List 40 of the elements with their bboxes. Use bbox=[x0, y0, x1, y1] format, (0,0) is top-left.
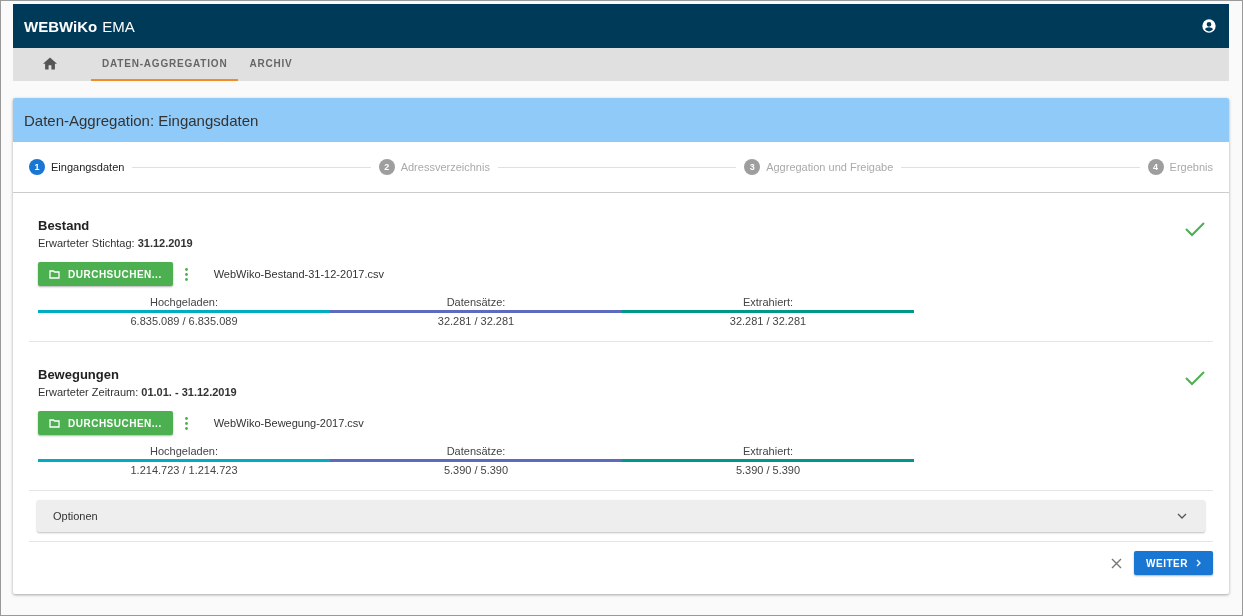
stat-label: Datensätze: bbox=[446, 296, 506, 308]
step-label: Adressverzeichnis bbox=[400, 161, 490, 173]
section-hint: Erwarteter Zeitraum: 01.01. - 31.12.2019 bbox=[38, 386, 238, 398]
nav-tab[interactable]: DATEN-AGGREGATION bbox=[91, 48, 239, 81]
stat-value: 1.214.723 / 1.214.723 bbox=[130, 464, 238, 476]
stat-value: 32.281 / 32.281 bbox=[729, 315, 807, 327]
stat-value: 32.281 / 32.281 bbox=[437, 315, 515, 327]
stat-value: 6.835.089 / 6.835.089 bbox=[130, 315, 238, 327]
card-title: Daten-Aggregation: Eingangsdaten bbox=[13, 98, 1229, 142]
stat-label: Extrahiert: bbox=[742, 445, 794, 457]
next-button[interactable]: WEITER bbox=[1134, 551, 1213, 575]
step-label: Aggregation und Freigabe bbox=[766, 161, 894, 173]
stat-value: 5.390 / 5.390 bbox=[735, 464, 801, 476]
file-name: WebWiko-Bestand-31-12-2017.csv bbox=[213, 268, 385, 280]
step-label: Eingangsdaten bbox=[51, 161, 125, 173]
nav-tab[interactable]: ARCHIV bbox=[238, 48, 304, 81]
chevron-icon bbox=[1196, 559, 1201, 567]
section-title: Bestand bbox=[38, 218, 91, 233]
step-number: 2 bbox=[378, 159, 395, 175]
stat-label: Hochgeladen: bbox=[150, 296, 218, 308]
app-brand: WEBWiKo EMA bbox=[24, 17, 135, 35]
file-name: WebWiko-Bewegung-2017.csv bbox=[213, 417, 364, 429]
folder-icon bbox=[49, 418, 60, 428]
stat-value: 5.390 / 5.390 bbox=[443, 464, 509, 476]
stat-label: Hochgeladen: bbox=[150, 445, 218, 457]
account-icon[interactable] bbox=[1201, 18, 1217, 34]
step-number: 4 bbox=[1147, 159, 1164, 175]
section-title: Bewegungen bbox=[38, 367, 120, 382]
stat-label: Datensätze: bbox=[446, 445, 506, 457]
step-number: 1 bbox=[29, 159, 45, 175]
section-hint: Erwarteter Stichtag: 31.12.2019 bbox=[38, 237, 194, 249]
stat-label: Extrahiert: bbox=[742, 296, 794, 308]
step-number: 3 bbox=[744, 159, 761, 175]
options-panel[interactable]: Optionen bbox=[37, 500, 1205, 532]
folder-icon bbox=[49, 269, 60, 279]
browse-button[interactable]: DURCHSUCHEN... bbox=[38, 262, 173, 286]
browse-button[interactable]: DURCHSUCHEN... bbox=[38, 411, 173, 435]
home-icon bbox=[43, 57, 57, 70]
chevron-icon bbox=[1177, 513, 1187, 519]
step-label: Ergebnis bbox=[1169, 161, 1213, 173]
